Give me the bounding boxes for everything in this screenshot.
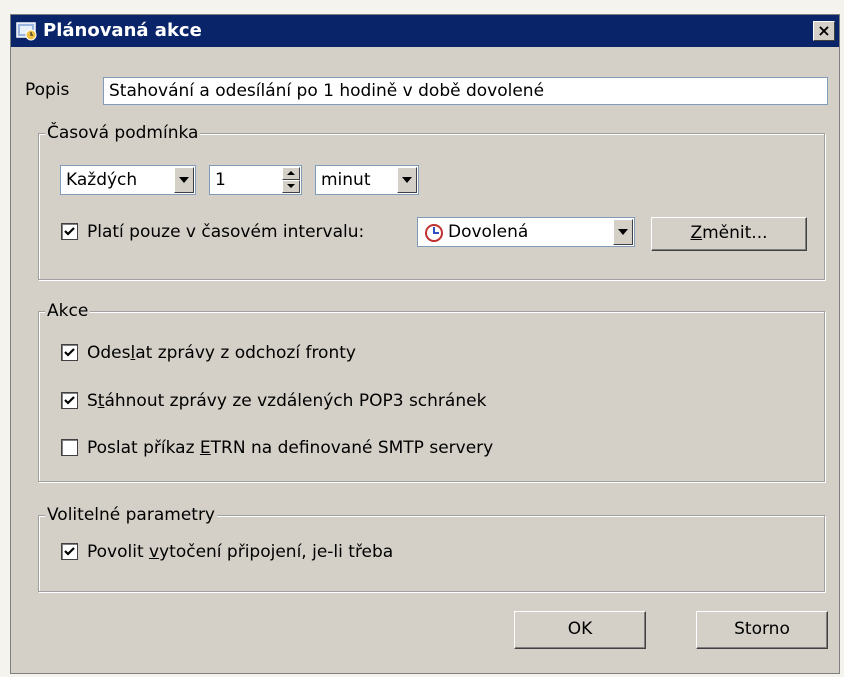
close-button[interactable]: × bbox=[813, 21, 835, 41]
send-queue-label: Odeslat zprávy z odchozí fronty bbox=[87, 343, 356, 363]
spin-up-icon[interactable] bbox=[282, 167, 300, 180]
count-value: 1 bbox=[215, 170, 226, 190]
optional-params-group: Volitelné parametry Povolit vytočení při… bbox=[38, 504, 825, 592]
close-icon: × bbox=[817, 21, 831, 40]
interval-select[interactable]: Dovolená bbox=[417, 217, 635, 247]
interval-only-checkbox[interactable] bbox=[61, 223, 78, 240]
send-queue-checkbox[interactable] bbox=[61, 344, 78, 361]
frequency-value: Každých bbox=[66, 170, 138, 190]
unit-select[interactable]: minut bbox=[315, 165, 419, 195]
download-pop3-checkbox[interactable] bbox=[61, 392, 78, 409]
cancel-button[interactable]: Storno bbox=[696, 611, 828, 649]
scheduled-action-dialog: Plánovaná akce × Popis Stahování a odesí… bbox=[10, 14, 840, 674]
check-mark-icon bbox=[64, 396, 75, 405]
chevron-down-icon[interactable] bbox=[397, 167, 417, 193]
ok-button[interactable]: OK bbox=[514, 611, 646, 649]
check-mark-icon bbox=[64, 348, 75, 357]
check-mark-icon bbox=[64, 227, 75, 236]
actions-legend: Akce bbox=[45, 300, 91, 322]
download-pop3-label: Stáhnout zprávy ze vzdálených POP3 schrá… bbox=[87, 391, 487, 411]
change-button[interactable]: Změnit... bbox=[651, 217, 807, 251]
chevron-down-icon[interactable] bbox=[174, 167, 194, 193]
spin-down-icon[interactable] bbox=[282, 180, 300, 193]
frequency-select[interactable]: Každých bbox=[60, 165, 196, 195]
allow-dial-label: Povolit vytočení připojení, je-li třeba bbox=[87, 542, 394, 562]
unit-value: minut bbox=[321, 170, 371, 190]
etrn-label: Poslat příkaz ETRN na definované SMTP se… bbox=[87, 438, 494, 458]
calendar-clock-icon bbox=[425, 224, 443, 242]
description-label: Popis bbox=[25, 80, 70, 100]
description-field[interactable]: Stahování a odesílání po 1 hodině v době… bbox=[103, 77, 828, 105]
time-condition-group: Časová podmínka Každých 1 minut Platí po… bbox=[38, 122, 825, 280]
check-mark-icon bbox=[64, 547, 75, 556]
chevron-down-icon[interactable] bbox=[613, 219, 633, 245]
window-title: Plánovaná akce bbox=[43, 20, 202, 41]
count-stepper[interactable]: 1 bbox=[209, 165, 302, 195]
optional-params-legend: Volitelné parametry bbox=[45, 504, 217, 526]
etrn-checkbox[interactable] bbox=[61, 439, 78, 456]
interval-value: Dovolená bbox=[448, 222, 529, 242]
title-bar: Plánovaná akce × bbox=[11, 15, 839, 47]
time-condition-legend: Časová podmínka bbox=[45, 122, 201, 144]
scheduler-app-icon bbox=[16, 22, 37, 41]
actions-group: Akce Odeslat zprávy z odchozí fronty Stá… bbox=[38, 300, 825, 482]
allow-dial-checkbox[interactable] bbox=[61, 543, 78, 560]
interval-only-label: Platí pouze v časovém intervalu: bbox=[87, 222, 365, 242]
